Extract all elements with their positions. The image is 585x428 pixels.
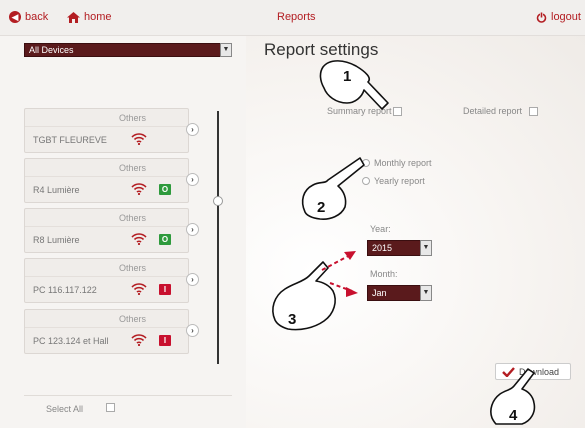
device-card[interactable]: Others PC 123.124 et Hall I <box>24 309 189 354</box>
chevron-right-icon[interactable]: › <box>186 123 199 136</box>
annotation-number: 3 <box>288 311 297 328</box>
summary-report-checkbox[interactable] <box>393 107 402 116</box>
chevron-right-icon[interactable]: › <box>186 173 199 186</box>
year-value: 2015 <box>372 243 393 253</box>
detailed-report-checkbox[interactable] <box>529 107 538 116</box>
dropdown-arrow-icon[interactable]: ▼ <box>420 240 432 256</box>
scrollbar-handle[interactable] <box>213 196 223 206</box>
month-value: Jan <box>372 288 387 298</box>
wifi-icon <box>131 183 147 195</box>
wifi-icon <box>131 334 147 346</box>
annotation-number: 1 <box>343 68 352 85</box>
device-category: Others <box>119 163 147 173</box>
chevron-right-icon[interactable]: › <box>186 223 199 236</box>
status-off-badge: I <box>159 335 171 346</box>
status-on-badge: O <box>159 184 171 195</box>
year-select[interactable]: 2015 ▼ <box>367 240 432 256</box>
device-card[interactable]: Others PC 116.117.122 I <box>24 258 189 303</box>
divider <box>25 176 188 177</box>
device-list-scrollbar[interactable] <box>217 111 219 364</box>
status-off-badge: I <box>159 284 171 295</box>
dropdown-arrow-icon[interactable]: ▼ <box>420 285 432 301</box>
device-name: R4 Lumière <box>33 185 80 195</box>
device-name: PC 123.124 et Hall <box>33 336 109 346</box>
home-icon <box>67 11 80 23</box>
monthly-report-label: Monthly report <box>374 158 432 168</box>
back-label: back <box>25 11 49 23</box>
divider <box>25 327 188 328</box>
device-filter-select[interactable]: All Devices ▼ <box>24 43 232 57</box>
chevron-right-icon[interactable]: › <box>186 273 199 286</box>
home-label: home <box>84 11 112 23</box>
back-arrow-icon: ◀ <box>9 11 21 23</box>
device-category: Others <box>119 113 147 123</box>
divider <box>25 226 188 227</box>
back-button[interactable]: ◀ back <box>9 11 48 23</box>
month-label: Month: <box>370 269 398 279</box>
download-label: Download <box>519 366 560 377</box>
top-bar: ◀ back home Reports logout <box>0 0 585 36</box>
dropdown-arrow-icon[interactable]: ▼ <box>220 43 232 57</box>
summary-report-label: Summary report <box>327 106 392 116</box>
home-button[interactable]: home <box>67 11 112 23</box>
detailed-report-label: Detailed report <box>463 106 523 116</box>
month-select[interactable]: Jan ▼ <box>367 285 432 301</box>
device-name: PC 116.117.122 <box>33 285 97 295</box>
divider <box>25 276 188 277</box>
device-filter-value: All Devices <box>29 45 74 55</box>
select-all-label: Select All <box>46 404 84 414</box>
status-on-badge: O <box>159 234 171 245</box>
device-card[interactable]: Others R8 Lumière O <box>24 208 189 253</box>
logout-label: logout <box>551 11 581 23</box>
device-name: TGBT FLEUREVE <box>33 135 107 145</box>
device-card[interactable]: Others TGBT FLEUREVE <box>24 108 189 153</box>
yearly-report-label: Yearly report <box>374 176 425 186</box>
wifi-icon <box>131 283 147 295</box>
page-title: Reports <box>277 11 316 23</box>
device-category: Others <box>119 263 147 273</box>
annotation-number: 2 <box>317 199 326 216</box>
divider <box>25 126 188 127</box>
chevron-right-icon[interactable]: › <box>186 324 199 337</box>
year-label: Year: <box>370 224 391 234</box>
device-category: Others <box>119 314 147 324</box>
device-category: Others <box>119 213 147 223</box>
power-icon <box>536 12 547 23</box>
logout-button[interactable]: logout <box>536 11 581 23</box>
annotation-number: 4 <box>509 407 518 424</box>
download-button[interactable]: Download <box>495 363 571 380</box>
monthly-report-radio[interactable] <box>362 159 370 167</box>
wifi-icon <box>131 133 147 145</box>
wifi-icon <box>131 233 147 245</box>
divider <box>24 395 232 396</box>
select-all-checkbox[interactable] <box>106 403 115 412</box>
yearly-report-radio[interactable] <box>362 177 370 185</box>
checkmark-icon <box>502 366 515 377</box>
device-name: R8 Lumière <box>33 235 80 245</box>
device-card[interactable]: Others R4 Lumière O <box>24 158 189 203</box>
settings-title: Report settings <box>264 40 379 59</box>
